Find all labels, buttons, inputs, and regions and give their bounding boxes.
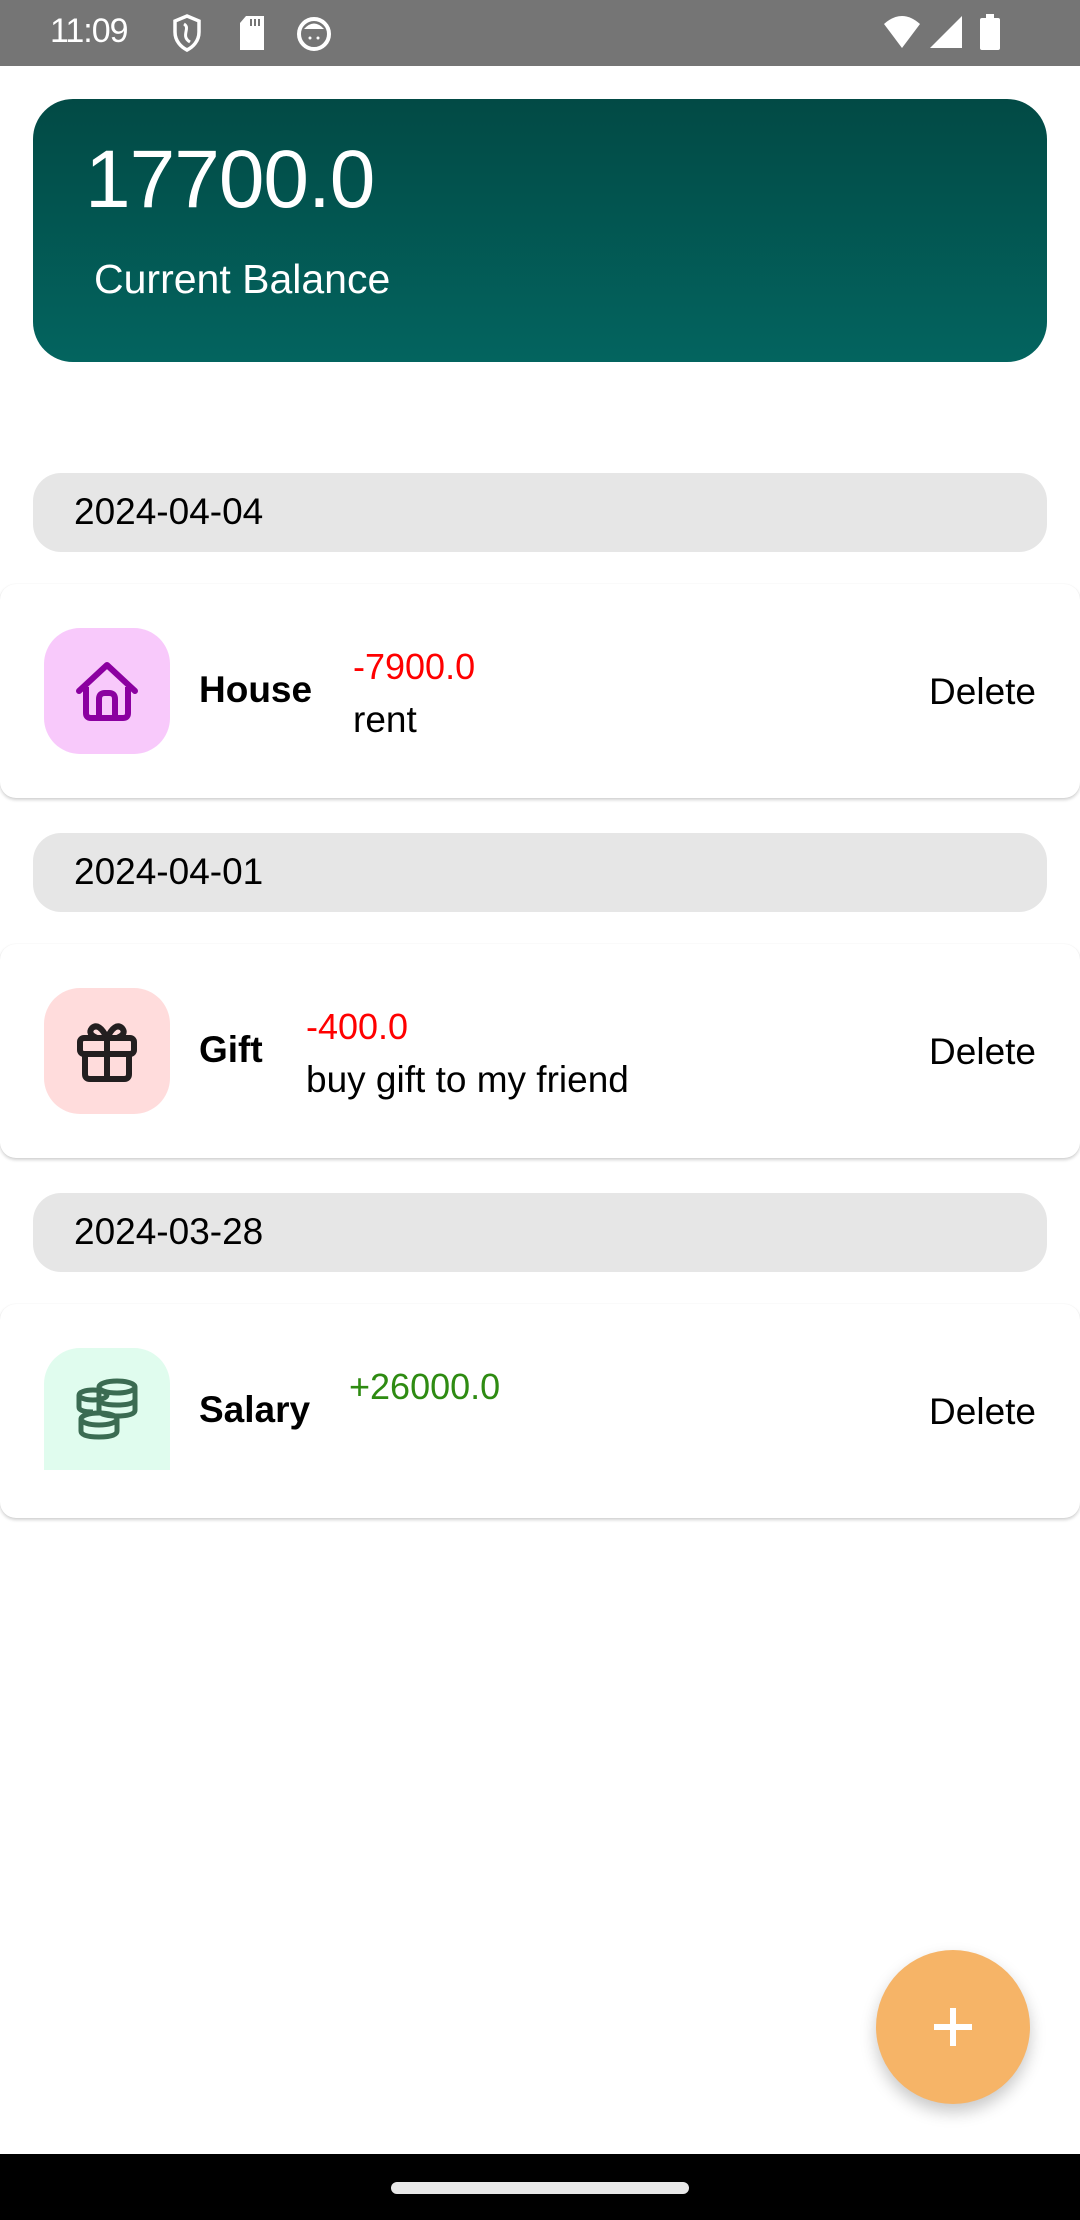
gift-icon (44, 988, 170, 1114)
date-label: 2024-04-01 (74, 851, 264, 892)
plus-icon (934, 2008, 972, 2046)
transaction-amount: -7900.0 (353, 646, 476, 687)
wifi-icon (882, 14, 922, 55)
status-bar: 11:09 (0, 0, 1080, 66)
navigation-bar (0, 2154, 1080, 2220)
category-name: House (199, 669, 313, 710)
balance-card: 17700.0 Current Balance (33, 99, 1047, 362)
shield-icon (172, 14, 202, 57)
battery-icon (978, 14, 1002, 55)
date-header: 2024-04-04 (33, 473, 1047, 552)
transaction-amount: +26000.0 (349, 1366, 501, 1407)
date-label: 2024-03-28 (74, 1211, 264, 1252)
category-name: Gift (199, 1029, 263, 1070)
balance-label: Current Balance (94, 256, 391, 302)
status-time: 11:09 (50, 12, 129, 50)
transaction-note: buy gift to my friend (306, 1059, 629, 1100)
balance-amount: 17700.0 (85, 134, 375, 225)
cat-face-icon (296, 14, 332, 57)
transaction-note: rent (353, 699, 417, 740)
home-gesture-handle[interactable] (391, 2182, 689, 2194)
house-icon (44, 628, 170, 754)
date-label: 2024-04-04 (74, 491, 264, 532)
transaction-amount: -400.0 (306, 1006, 409, 1047)
transaction-item[interactable]: House -7900.0 rent Delete (0, 584, 1080, 798)
sd-card-icon (238, 14, 266, 57)
date-header: 2024-04-01 (33, 833, 1047, 912)
add-transaction-button[interactable] (876, 1950, 1030, 2104)
coins-icon (44, 1348, 170, 1470)
delete-button[interactable]: Delete (929, 671, 1036, 713)
signal-icon (928, 14, 964, 55)
transaction-item[interactable]: Gift -400.0 buy gift to my friend Delete (0, 944, 1080, 1158)
delete-button[interactable]: Delete (929, 1031, 1036, 1073)
category-name: Salary (199, 1389, 311, 1430)
date-header: 2024-03-28 (33, 1193, 1047, 1272)
transaction-item[interactable]: Salary +26000.0 Delete (0, 1304, 1080, 1518)
delete-button[interactable]: Delete (929, 1391, 1036, 1433)
